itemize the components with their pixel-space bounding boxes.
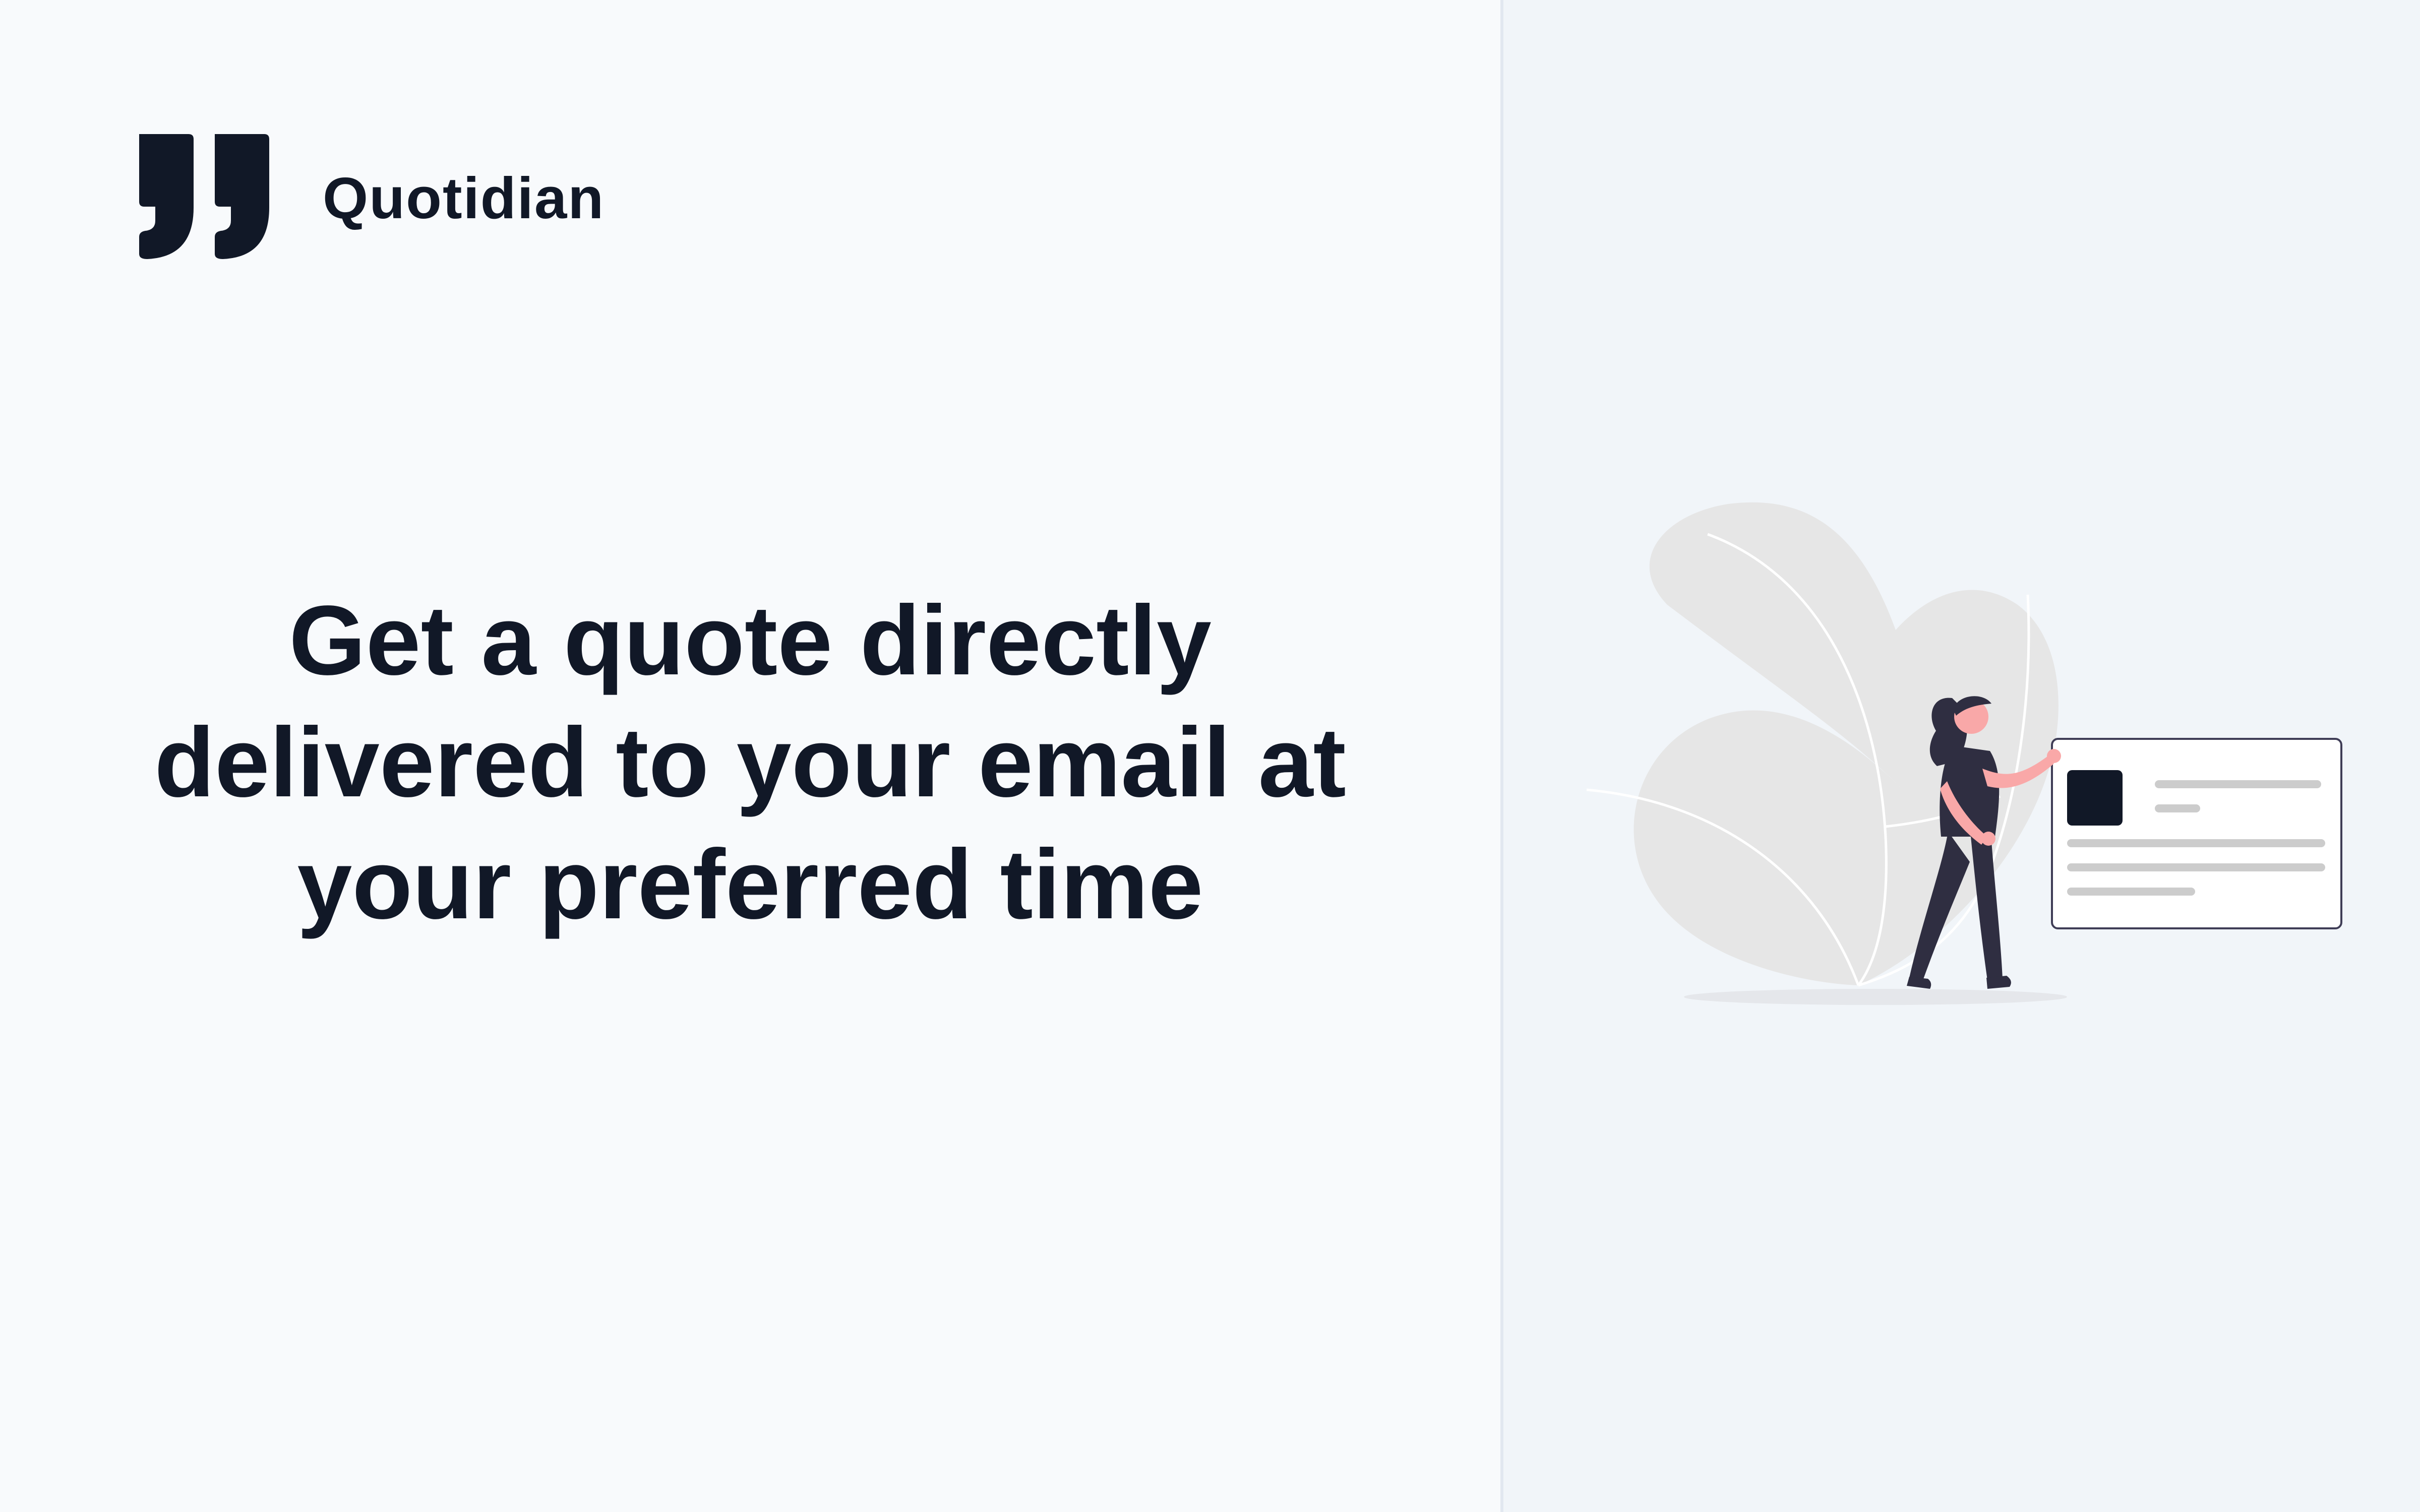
card xyxy=(2051,738,2342,929)
page: Quotidian Get a quote directly delivered… xyxy=(0,0,2420,1512)
card-line xyxy=(2067,839,2325,847)
brand-name: Quotidian xyxy=(323,165,605,231)
person-with-card-illustration xyxy=(1586,502,2342,1005)
ground-shadow xyxy=(1684,989,2067,1005)
left-pane: Quotidian Get a quote directly delivered… xyxy=(0,0,1500,1512)
card-line xyxy=(2155,804,2200,812)
hero-headline: Get a quote directly delivered to your e… xyxy=(154,585,1346,939)
quote-mark-icon xyxy=(139,134,269,259)
brand[interactable]: Quotidian xyxy=(132,132,604,264)
card-avatar xyxy=(2067,770,2123,826)
right-pane xyxy=(1500,0,2420,1512)
card-line xyxy=(2067,863,2325,871)
person-shoe xyxy=(1986,976,2011,989)
card-line xyxy=(2155,780,2321,788)
person-shoe xyxy=(1907,977,1931,989)
card-line xyxy=(2067,888,2195,896)
